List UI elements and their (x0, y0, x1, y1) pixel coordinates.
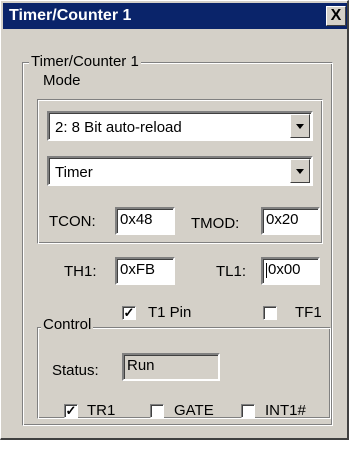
tl1-field[interactable]: 0x00 (261, 257, 320, 285)
tmod-field[interactable]: 0x20 (261, 207, 320, 235)
text-cursor (266, 262, 267, 278)
th1-field[interactable]: 0xFB (115, 257, 175, 285)
mode-group-label: Mode (41, 72, 83, 90)
timer-type-select-value: Timer (55, 164, 93, 181)
int1-checkbox[interactable] (241, 404, 255, 418)
timer-counter-group-label: Timer/Counter 1 (29, 53, 141, 71)
tmod-label: TMOD: (191, 215, 240, 232)
t1-pin-check-icon: ✓ (123, 305, 135, 320)
t1-pin-label: T1 Pin (148, 304, 192, 321)
gate-checkbox[interactable] (150, 404, 164, 418)
tcon-field[interactable]: 0x48 (115, 207, 175, 235)
control-group-label: Control (41, 316, 94, 334)
title-bar[interactable]: Timer/Counter 1 X (3, 3, 347, 29)
th1-label: TH1: (64, 263, 97, 280)
status-label: Status: (52, 362, 99, 379)
t1-pin-checkbox[interactable]: ✓ (122, 306, 136, 320)
tl1-value: 0x00 (268, 261, 301, 278)
int1-label: INT1# (265, 402, 306, 419)
tf1-label: TF1 (295, 304, 322, 321)
timer-counter-window: Timer/Counter 1 X Timer/Counter 1 Mode 2… (0, 0, 349, 440)
tcon-label: TCON: (49, 213, 96, 230)
gate-label: GATE (174, 402, 214, 419)
timer-type-select[interactable]: Timer (47, 156, 313, 186)
tr1-label: TR1 (87, 402, 116, 419)
close-icon: X (330, 7, 342, 24)
tr1-check-icon: ✓ (65, 403, 77, 418)
mode-select-dropdown-icon[interactable] (290, 114, 310, 138)
tl1-label: TL1: (216, 263, 247, 280)
close-button[interactable]: X (326, 6, 346, 26)
tr1-checkbox[interactable]: ✓ (64, 404, 78, 418)
tf1-checkbox[interactable] (263, 306, 277, 320)
window-title: Timer/Counter 1 (9, 7, 132, 24)
timer-type-select-dropdown-icon[interactable] (290, 159, 310, 183)
mode-select-value: 2: 8 Bit auto-reload (55, 119, 182, 136)
mode-select[interactable]: 2: 8 Bit auto-reload (47, 111, 313, 141)
status-field: Run (122, 353, 220, 381)
